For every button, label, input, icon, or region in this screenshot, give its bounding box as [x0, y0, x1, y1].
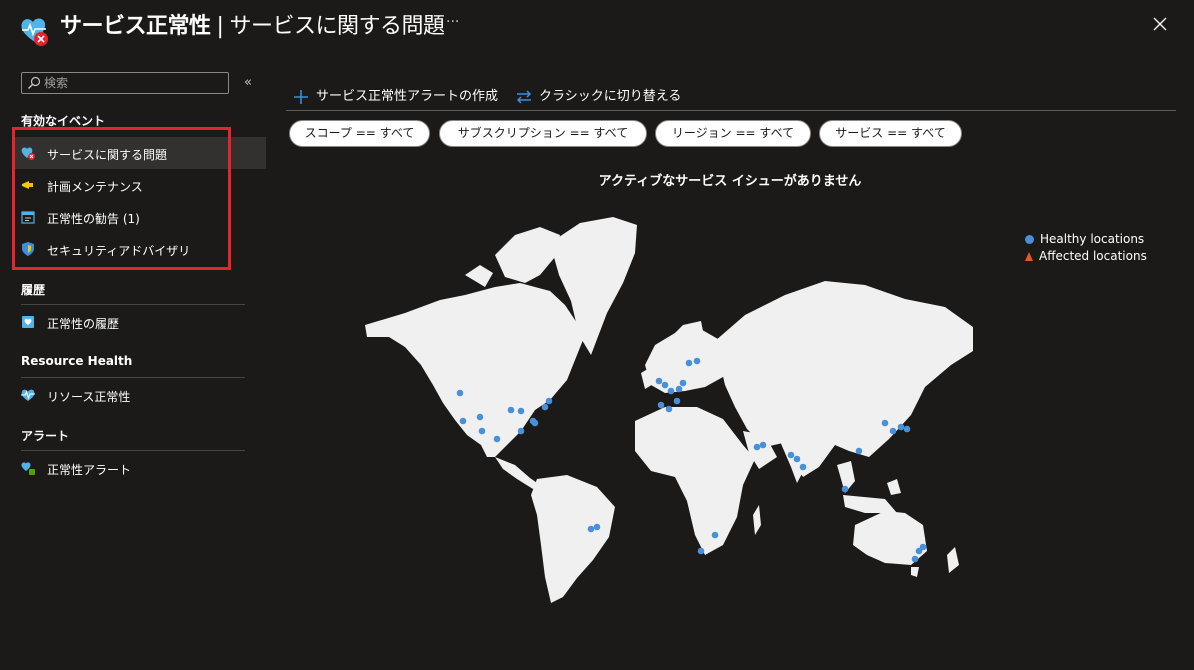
- section-heading-history: 履歴: [21, 283, 46, 297]
- section-divider: [21, 304, 245, 305]
- sidebar-item-label: 正常性の履歴: [47, 317, 120, 331]
- sidebar-item-health-advisories[interactable]: 正常性の勧告 (1): [14, 201, 266, 233]
- filter-subscription[interactable]: サブスクリプション == すべて: [439, 120, 647, 147]
- section-heading-alerts: アラート: [21, 429, 70, 443]
- create-alert-label: サービス正常性アラートの作成: [316, 89, 499, 104]
- world-map-svg: [365, 217, 973, 603]
- search-icon: [28, 76, 41, 89]
- sidebar-item-health-alerts[interactable]: 正常性アラート: [14, 452, 266, 484]
- world-map[interactable]: [345, 195, 985, 615]
- sidebar-item-label: 正常性の勧告 (1): [47, 212, 140, 226]
- service-issues-icon: [21, 147, 35, 160]
- search-box[interactable]: [21, 72, 229, 94]
- heart-pulse-icon: [21, 389, 35, 401]
- title-subtitle: サービスに関する問題: [229, 14, 445, 39]
- sidebar-item-label: リソース正常性: [47, 390, 131, 404]
- sidebar-item-planned-maintenance[interactable]: 計画メンテナンス: [14, 169, 266, 201]
- page-title: サービス正常性 | サービスに関する問題: [60, 8, 445, 40]
- search-input[interactable]: [44, 75, 224, 91]
- legend-healthy-label: Healthy locations: [1040, 232, 1145, 246]
- sidebar-item-label: 正常性アラート: [47, 463, 132, 477]
- no-issues-message: アクティブなサービス イシューがありません: [598, 174, 862, 189]
- switch-classic-label: クラシックに切り替える: [539, 89, 682, 104]
- legend-affected: Affected locations: [1025, 249, 1147, 263]
- more-options-button[interactable]: ···: [446, 14, 459, 30]
- close-icon: [1153, 17, 1167, 31]
- switch-arrows-icon: [516, 89, 532, 104]
- collapse-sidebar-button[interactable]: «: [244, 75, 252, 90]
- section-divider: [21, 450, 245, 451]
- sidebar-item-service-issues[interactable]: サービスに関する問題: [14, 137, 266, 169]
- plus-icon: [294, 89, 308, 104]
- title-separator: |: [216, 14, 224, 39]
- sidebar-item-health-history[interactable]: 正常性の履歴: [14, 306, 266, 338]
- switch-classic-button[interactable]: クラシックに切り替える: [515, 85, 681, 106]
- filter-scope[interactable]: スコープ == すべて: [289, 120, 430, 147]
- filter-service[interactable]: サービス == すべて: [819, 120, 962, 147]
- legend-healthy: Healthy locations: [1025, 232, 1144, 246]
- health-alert-icon: [21, 462, 35, 475]
- sidebar-item-label: 計画メンテナンス: [47, 180, 143, 194]
- filter-region[interactable]: リージョン == すべて: [655, 120, 811, 147]
- title-main: サービス正常性: [60, 14, 211, 39]
- shield-icon: [22, 242, 34, 256]
- section-divider: [21, 377, 245, 378]
- close-button[interactable]: [1150, 14, 1170, 34]
- sidebar-item-resource-health[interactable]: リソース正常性: [14, 379, 266, 411]
- sidebar-item-security-advisories[interactable]: セキュリティアドバイザリ: [14, 233, 266, 265]
- calendar-icon: [21, 211, 35, 224]
- sidebar-item-label: サービスに関する問題: [47, 148, 168, 162]
- create-alert-button[interactable]: サービス正常性アラートの作成: [292, 85, 498, 106]
- legend-affected-label: Affected locations: [1039, 249, 1147, 263]
- sidebar-item-label: セキュリティアドバイザリ: [47, 244, 191, 258]
- toolbar-divider: [286, 110, 1176, 111]
- history-icon: [22, 316, 34, 328]
- service-health-app-icon: [18, 14, 52, 48]
- section-heading-active-events: 有効なイベント: [21, 114, 106, 128]
- megaphone-icon: [22, 181, 33, 189]
- affected-marker-icon: [1025, 252, 1033, 261]
- healthy-marker-icon: [1025, 235, 1034, 244]
- section-heading-resource-health: Resource Health: [21, 354, 133, 368]
